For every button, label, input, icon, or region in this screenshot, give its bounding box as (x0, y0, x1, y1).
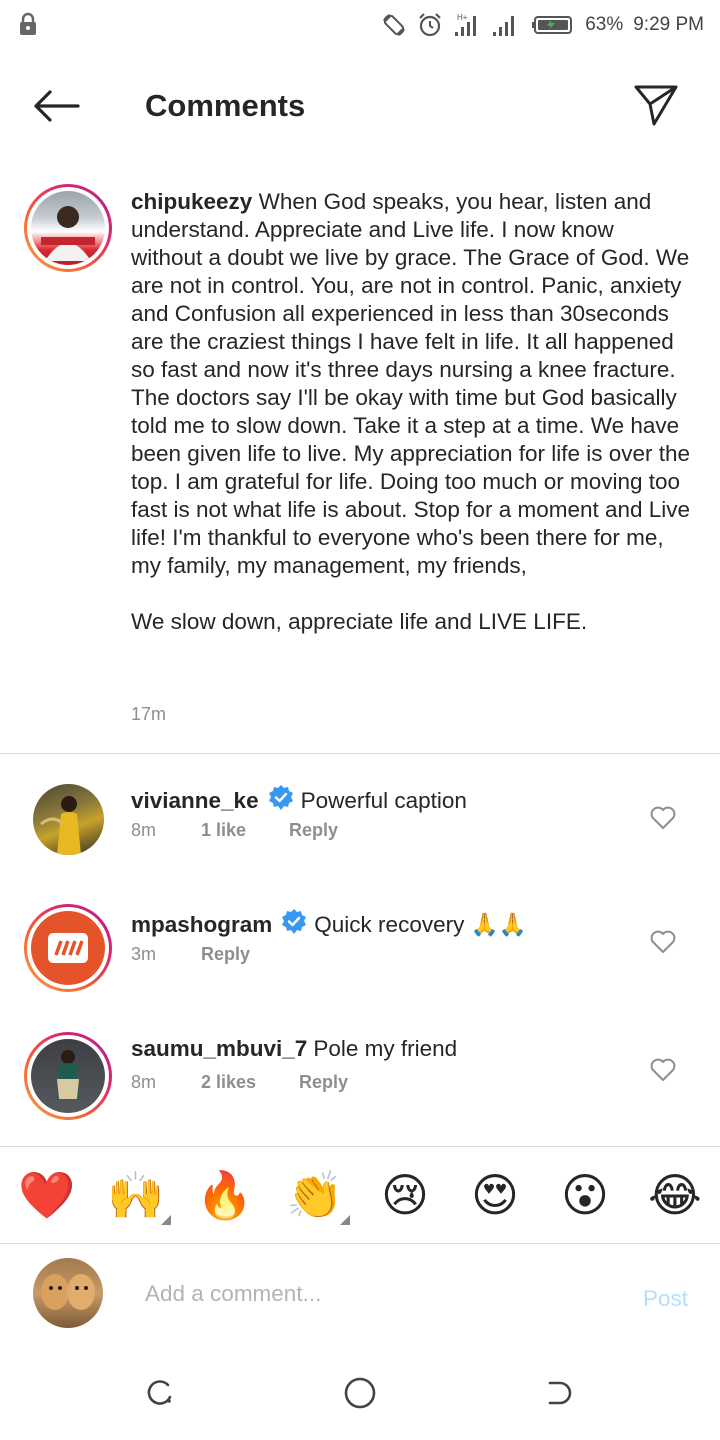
auto-rotate-icon (381, 12, 407, 38)
home-icon (344, 1377, 376, 1409)
svg-text:H+: H+ (457, 13, 468, 22)
comment-timestamp: 3m (131, 944, 157, 964)
battery-percent: 63% (585, 14, 624, 35)
comment-item: saumu_mbuvi_7 Pole my friend 8m 2 likes … (0, 1032, 720, 1142)
reply-button[interactable]: Reply (299, 1072, 348, 1093)
emoji-raised-hands[interactable]: 🙌 (107, 1167, 171, 1225)
avatar[interactable] (24, 904, 112, 992)
caption-username[interactable]: chipukeezy (131, 189, 252, 214)
post-caption: chipukeezy When God speaks, you hear, li… (0, 180, 720, 754)
comment-likes[interactable]: 1 like (201, 820, 289, 841)
comment-input[interactable] (145, 1278, 605, 1310)
post-button[interactable]: Post (643, 1286, 688, 1312)
emoji-quick-reactions: ❤️ 🙌 🔥 👏 😢 😍 😮 😂 (0, 1147, 720, 1243)
back-button[interactable] (30, 84, 82, 128)
verified-badge-icon (267, 784, 295, 818)
comment-timestamp: 8m (131, 820, 157, 840)
reply-button[interactable]: Reply (289, 820, 338, 841)
emoji-fire[interactable]: 🔥 (196, 1167, 253, 1223)
system-navigation-bar (0, 1340, 720, 1440)
caption-body: When God speaks, you hear, listen and un… (131, 189, 691, 578)
skin-tone-indicator-icon (340, 1215, 350, 1225)
avatar (33, 1258, 103, 1328)
header: Comments (0, 62, 720, 152)
heart-icon[interactable] (650, 1058, 676, 1082)
comment-username[interactable]: vivianne_ke (131, 788, 259, 814)
signal-icon (491, 12, 521, 38)
comment-timestamp: 8m (131, 1072, 157, 1092)
comment-text: Pole my friend (313, 1036, 458, 1061)
emoji-laughing-face[interactable]: 😂 (647, 1167, 703, 1223)
paper-plane-icon (634, 85, 678, 126)
alarm-icon (417, 12, 443, 38)
clock: 9:29 PM (633, 14, 704, 35)
caption-text: chipukeezy When God speaks, you hear, li… (131, 188, 691, 636)
arrow-left-icon (34, 90, 80, 122)
reply-button[interactable]: Reply (201, 944, 250, 965)
status-bar: H+ 63% 9:29 PM (0, 0, 720, 50)
verified-badge-icon (280, 908, 308, 942)
caption-timestamp: 17m (131, 704, 167, 724)
comment-text: Quick recovery 🙏🙏 (314, 912, 527, 937)
home-button[interactable] (340, 1373, 380, 1413)
comment-username[interactable]: saumu_mbuvi_7 (131, 1036, 307, 1062)
page-title: Comments (145, 88, 306, 123)
avatar[interactable] (33, 784, 104, 855)
divider (0, 753, 720, 754)
avatar[interactable] (24, 1032, 112, 1120)
comment-text: Powerful caption (300, 788, 467, 813)
emoji-heart-eyes[interactable]: 😍 (467, 1167, 523, 1223)
recent-apps-icon (147, 1380, 172, 1405)
comment-composer: Post (0, 1244, 720, 1340)
emoji-crying-face[interactable]: 😢 (377, 1167, 433, 1223)
comment-likes[interactable]: 2 likes (201, 1072, 299, 1093)
skin-tone-indicator-icon (161, 1215, 171, 1225)
lock-icon (18, 12, 38, 41)
back-nav-button[interactable] (540, 1373, 580, 1413)
avatar[interactable] (24, 184, 112, 272)
emoji-surprised-face[interactable]: 😮 (557, 1167, 613, 1223)
emoji-clapping-hands[interactable]: 👏 (286, 1167, 350, 1225)
comment-item: vivianne_ke Powerful caption 8m 1 like R… (0, 780, 720, 890)
share-button[interactable] (632, 82, 680, 128)
back-nav-icon (548, 1381, 572, 1405)
heart-icon[interactable] (650, 930, 676, 954)
emoji-heart[interactable]: ❤️ (18, 1167, 75, 1223)
caption-body-closing: We slow down, appreciate life and LIVE L… (131, 609, 588, 634)
comment-username[interactable]: mpashogram (131, 912, 272, 938)
battery-icon (531, 14, 575, 36)
comment-item: mpashogram Quick recovery 🙏🙏 3m Reply (0, 904, 720, 1014)
recent-apps-button[interactable] (140, 1373, 180, 1413)
heart-icon[interactable] (650, 806, 676, 830)
signal-icon: H+ (453, 12, 481, 38)
